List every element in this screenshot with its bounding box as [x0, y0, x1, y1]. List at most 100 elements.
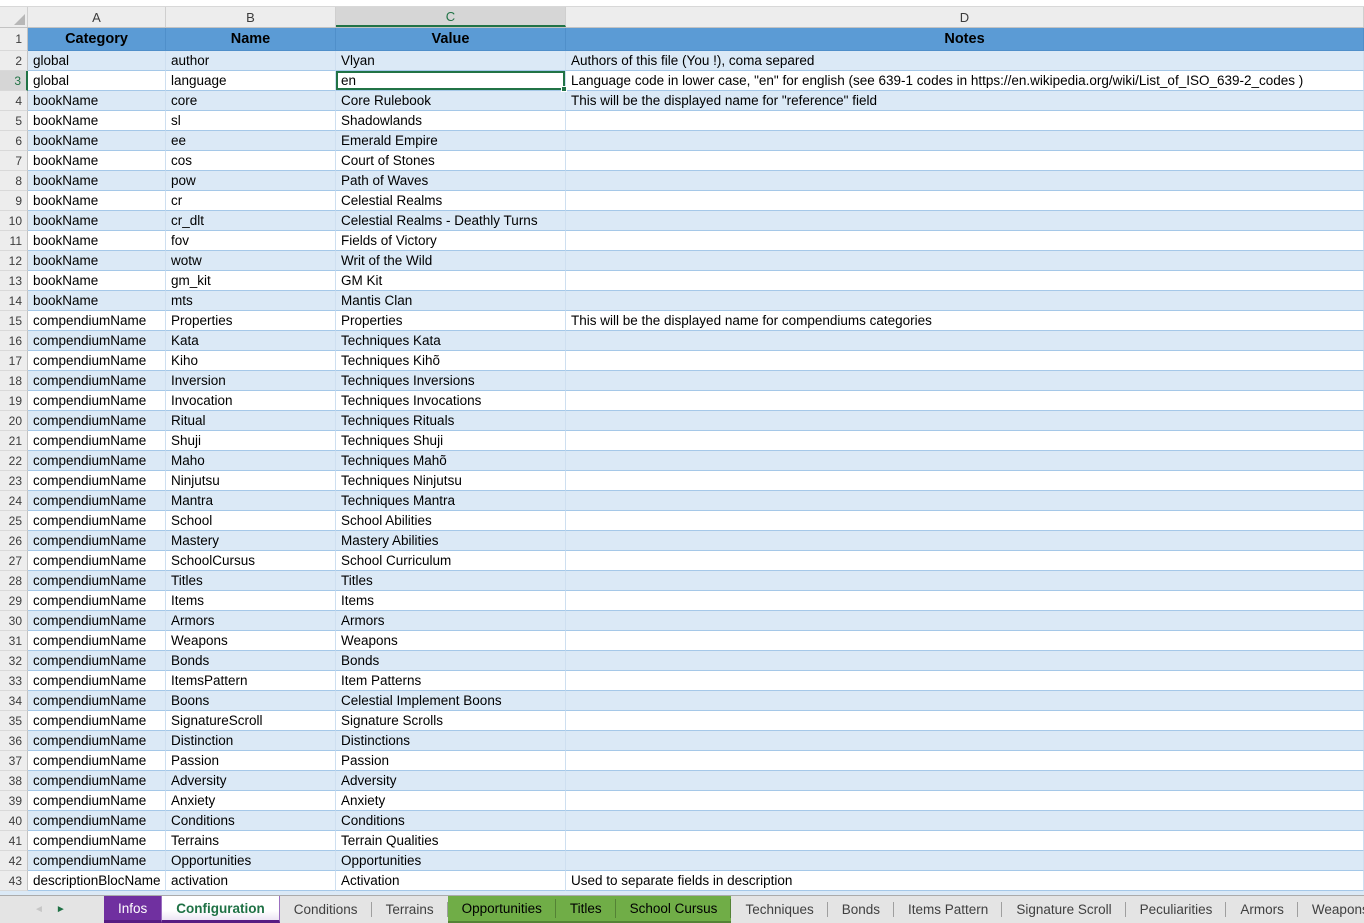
column-header-b[interactable]: B [166, 7, 336, 27]
row-header[interactable]: 10 [0, 211, 28, 231]
row-header[interactable]: 22 [0, 451, 28, 471]
table-header-name[interactable]: Name [166, 28, 336, 51]
cell-name[interactable]: Passion [166, 751, 336, 771]
cell-notes[interactable]: This will be the displayed name for comp… [566, 311, 1364, 331]
cell-name[interactable]: Bonds [166, 651, 336, 671]
row-header[interactable]: 41 [0, 831, 28, 851]
table-header-category[interactable]: Category [28, 28, 166, 51]
cell-category[interactable]: compendiumName [28, 431, 166, 451]
cell-category[interactable]: compendiumName [28, 751, 166, 771]
cell-notes[interactable] [566, 271, 1364, 291]
cell-notes[interactable] [566, 431, 1364, 451]
cell-notes[interactable] [566, 711, 1364, 731]
cell-category[interactable]: bookName [28, 291, 166, 311]
cell-name[interactable]: SignatureScroll [166, 711, 336, 731]
cell-category[interactable]: compendiumName [28, 591, 166, 611]
row-header[interactable]: 1 [0, 28, 28, 51]
cell-notes[interactable] [566, 731, 1364, 751]
sheet-tab-armors[interactable]: Armors [1226, 896, 1298, 923]
cell-value[interactable]: Vlyan [336, 51, 566, 71]
cell-notes[interactable] [566, 291, 1364, 311]
cell-notes[interactable] [566, 511, 1364, 531]
cell-notes[interactable] [566, 591, 1364, 611]
cell-name[interactable]: pow [166, 171, 336, 191]
row-header[interactable]: 25 [0, 511, 28, 531]
cell-value[interactable]: Shadowlands [336, 111, 566, 131]
cell-category[interactable]: compendiumName [28, 811, 166, 831]
row-header[interactable]: 37 [0, 751, 28, 771]
cell-name[interactable]: ee [166, 131, 336, 151]
cell-name[interactable]: Opportunities [166, 851, 336, 871]
cell-value[interactable]: Activation [336, 871, 566, 891]
cell-name[interactable]: School [166, 511, 336, 531]
cell-name[interactable]: Armors [166, 611, 336, 631]
cell-name[interactable]: author [166, 51, 336, 71]
table-header-value[interactable]: Value [336, 28, 566, 51]
cell-name[interactable]: Ninjutsu [166, 471, 336, 491]
cell-value[interactable]: Celestial Realms [336, 191, 566, 211]
cell-value[interactable]: Techniques Invocations [336, 391, 566, 411]
cell-value[interactable]: Bonds [336, 651, 566, 671]
cell-notes[interactable] [566, 531, 1364, 551]
prev-sheet-arrow-icon[interactable]: ◄ [34, 905, 44, 915]
row-header[interactable]: 42 [0, 851, 28, 871]
cell-notes[interactable] [566, 211, 1364, 231]
cell-notes[interactable] [566, 471, 1364, 491]
cell-category[interactable]: compendiumName [28, 671, 166, 691]
row-header[interactable]: 16 [0, 331, 28, 351]
sheet-tab-signature-scroll[interactable]: Signature Scroll [1002, 896, 1125, 923]
cell-category[interactable]: bookName [28, 251, 166, 271]
cell-name[interactable]: fov [166, 231, 336, 251]
row-header[interactable]: 30 [0, 611, 28, 631]
cell-value[interactable]: Techniques Mahõ [336, 451, 566, 471]
cell-category[interactable]: compendiumName [28, 631, 166, 651]
cell-value[interactable]: Techniques Rituals [336, 411, 566, 431]
cell-notes[interactable] [566, 131, 1364, 151]
cell-name[interactable]: Items [166, 591, 336, 611]
row-header[interactable]: 35 [0, 711, 28, 731]
cell-notes[interactable] [566, 331, 1364, 351]
sheet-tab-titles[interactable]: Titles [556, 896, 616, 923]
cell-category[interactable]: bookName [28, 131, 166, 151]
cell-name[interactable]: core [166, 91, 336, 111]
cell-value[interactable]: Techniques Inversions [336, 371, 566, 391]
row-header[interactable]: 14 [0, 291, 28, 311]
cell-category[interactable]: compendiumName [28, 651, 166, 671]
cell-notes[interactable] [566, 771, 1364, 791]
sheet-tab-school-cursus[interactable]: School Cursus [616, 896, 732, 923]
cell-notes[interactable] [566, 791, 1364, 811]
row-header[interactable]: 33 [0, 671, 28, 691]
cell-notes[interactable]: Language code in lower case, "en" for en… [566, 71, 1364, 91]
cell-notes[interactable] [566, 191, 1364, 211]
cell-category[interactable]: compendiumName [28, 451, 166, 471]
row-header[interactable]: 38 [0, 771, 28, 791]
cell-category[interactable]: bookName [28, 91, 166, 111]
cell-name[interactable]: Kiho [166, 351, 336, 371]
sheet-tab-conditions[interactable]: Conditions [280, 896, 372, 923]
cell-notes[interactable] [566, 631, 1364, 651]
cell-value[interactable]: Court of Stones [336, 151, 566, 171]
cell-name[interactable]: Conditions [166, 811, 336, 831]
cell-name[interactable]: ItemsPattern [166, 671, 336, 691]
cell-name[interactable]: gm_kit [166, 271, 336, 291]
cell-value[interactable]: Techniques Mantra [336, 491, 566, 511]
cell-value[interactable]: Passion [336, 751, 566, 771]
cell-name[interactable]: Properties [166, 311, 336, 331]
cell-name[interactable]: cr [166, 191, 336, 211]
row-header[interactable]: 19 [0, 391, 28, 411]
cell-name[interactable]: cos [166, 151, 336, 171]
cell-name[interactable]: sl [166, 111, 336, 131]
column-header-d[interactable]: D [566, 7, 1364, 27]
cell-category[interactable]: compendiumName [28, 571, 166, 591]
cell-notes[interactable]: Authors of this file (You !), coma separ… [566, 51, 1364, 71]
cell-value[interactable]: Titles [336, 571, 566, 591]
sheet-tab-terrains[interactable]: Terrains [372, 896, 448, 923]
cell-category[interactable]: compendiumName [28, 511, 166, 531]
cell-name[interactable]: Ritual [166, 411, 336, 431]
cell-value[interactable]: Anxiety [336, 791, 566, 811]
row-header[interactable]: 4 [0, 91, 28, 111]
cell-category[interactable]: compendiumName [28, 831, 166, 851]
cell-name[interactable]: Mantra [166, 491, 336, 511]
cell-name[interactable]: SchoolCursus [166, 551, 336, 571]
cell-notes[interactable] [566, 111, 1364, 131]
